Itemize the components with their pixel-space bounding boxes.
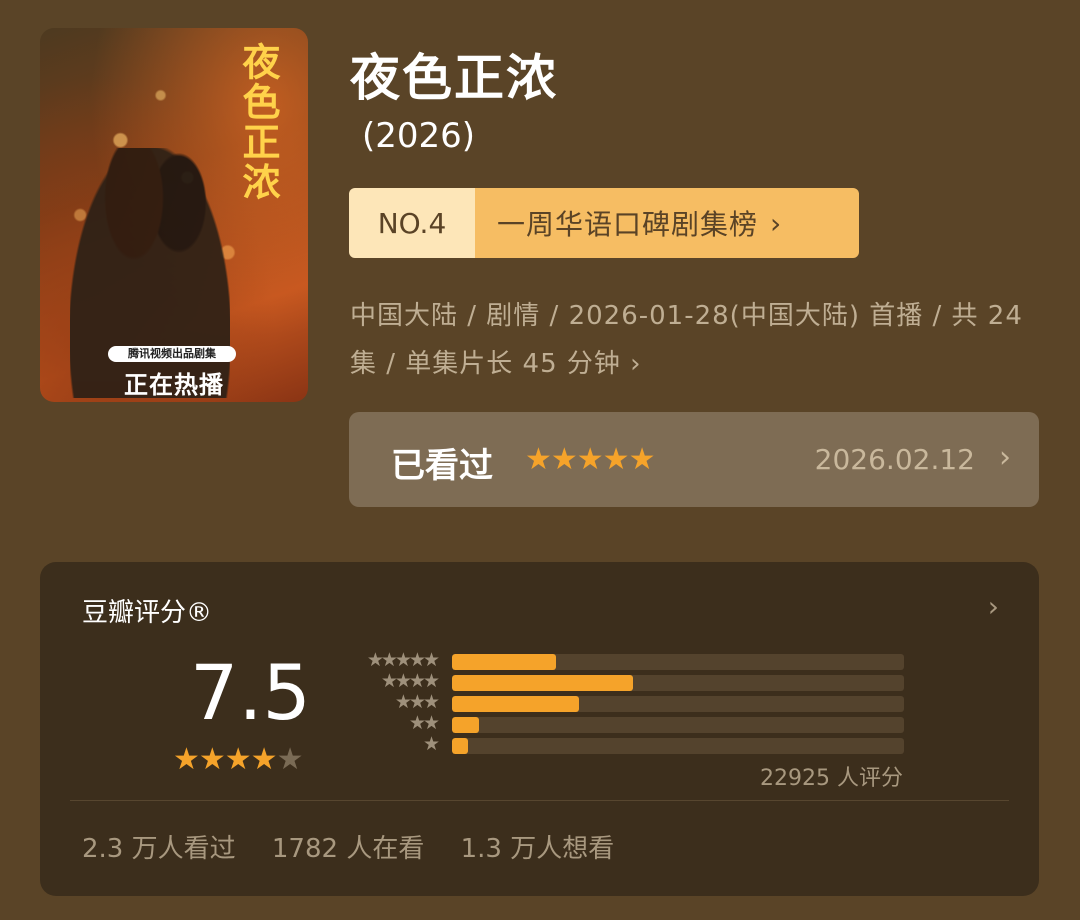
star-icon: ★: [276, 742, 304, 777]
rating-distribution-row: ★★★★: [342, 670, 904, 692]
poster-image[interactable]: 夜色正浓 腾讯视频出品剧集 正在热播: [40, 28, 308, 402]
divider: [70, 800, 1009, 801]
rank-banner[interactable]: NO.4 一周华语口碑剧集榜 ›: [349, 188, 859, 258]
distribution-fill: [452, 717, 480, 733]
rating-distribution-row: ★★★: [342, 691, 904, 713]
distribution-fill: [452, 696, 579, 712]
stat-watching[interactable]: 1782 人在看: [272, 834, 424, 864]
user-rating-stars: ★★★★★: [525, 442, 655, 477]
chevron-right-icon[interactable]: ›: [988, 590, 999, 623]
show-meta-text: 中国大陆 / 剧情 / 2026-01-28(中国大陆) 首播 / 共 24 集…: [350, 301, 1023, 379]
distribution-track: [452, 654, 904, 670]
distribution-track: [452, 675, 904, 691]
audience-stats: 2.3 万人看过 1782 人在看 1.3 万人想看: [82, 828, 642, 865]
distribution-track: [452, 696, 904, 712]
star-icon: ★★: [408, 712, 440, 734]
distribution-track: [452, 717, 904, 733]
show-meta[interactable]: 中国大陆 / 剧情 / 2026-01-28(中国大陆) 首播 / 共 24 集…: [350, 292, 1030, 388]
rating-count: 22925 人评分: [760, 766, 903, 791]
show-title: 夜色正浓: [350, 49, 558, 107]
rank-list-name: 一周华语口碑剧集榜: [497, 208, 759, 241]
distribution-fill: [452, 675, 633, 691]
poster-title: 夜色正浓: [236, 42, 281, 202]
douban-score: 7.5: [190, 648, 311, 737]
watched-date: 2026.02.12: [814, 443, 975, 476]
poster-badge: 腾讯视频出品剧集: [108, 346, 236, 362]
chevron-right-icon: ›: [770, 206, 783, 240]
star-icon: ★★★★: [173, 742, 278, 777]
rank-number: NO.4: [349, 188, 475, 258]
rating-distribution-row: ★★★★★: [342, 649, 904, 671]
chevron-right-icon: ›: [999, 440, 1011, 475]
douban-score-stars: ★★★★★: [173, 742, 304, 777]
rank-list: 一周华语口碑剧集榜 ›: [475, 188, 859, 258]
star-icon: ★★★: [394, 691, 440, 713]
star-icon: ★★★★★: [366, 649, 440, 671]
rating-distribution-row: ★: [342, 733, 904, 755]
douban-rating-card[interactable]: 豆瓣评分® › 7.5 ★★★★★ ★★★★★ ★★★★ ★★★ ★★ ★ 22…: [40, 562, 1039, 896]
watched-status-card[interactable]: 已看过 ★★★★★ 2026.02.12 ›: [349, 412, 1039, 507]
distribution-fill: [452, 654, 556, 670]
distribution-track: [452, 738, 904, 754]
star-icon: ★★★★: [380, 670, 440, 692]
watched-label: 已看过: [391, 446, 493, 486]
star-icon: ★: [422, 733, 440, 755]
stat-watched[interactable]: 2.3 万人看过: [82, 834, 236, 864]
distribution-fill: [452, 738, 468, 754]
show-year: (2026): [362, 116, 476, 156]
chevron-right-icon: ›: [630, 349, 642, 379]
poster-status: 正在热播: [124, 371, 224, 399]
douban-rating-label: 豆瓣评分®: [82, 598, 213, 628]
stat-wish[interactable]: 1.3 万人想看: [461, 834, 615, 864]
rating-distribution-row: ★★: [342, 712, 904, 734]
